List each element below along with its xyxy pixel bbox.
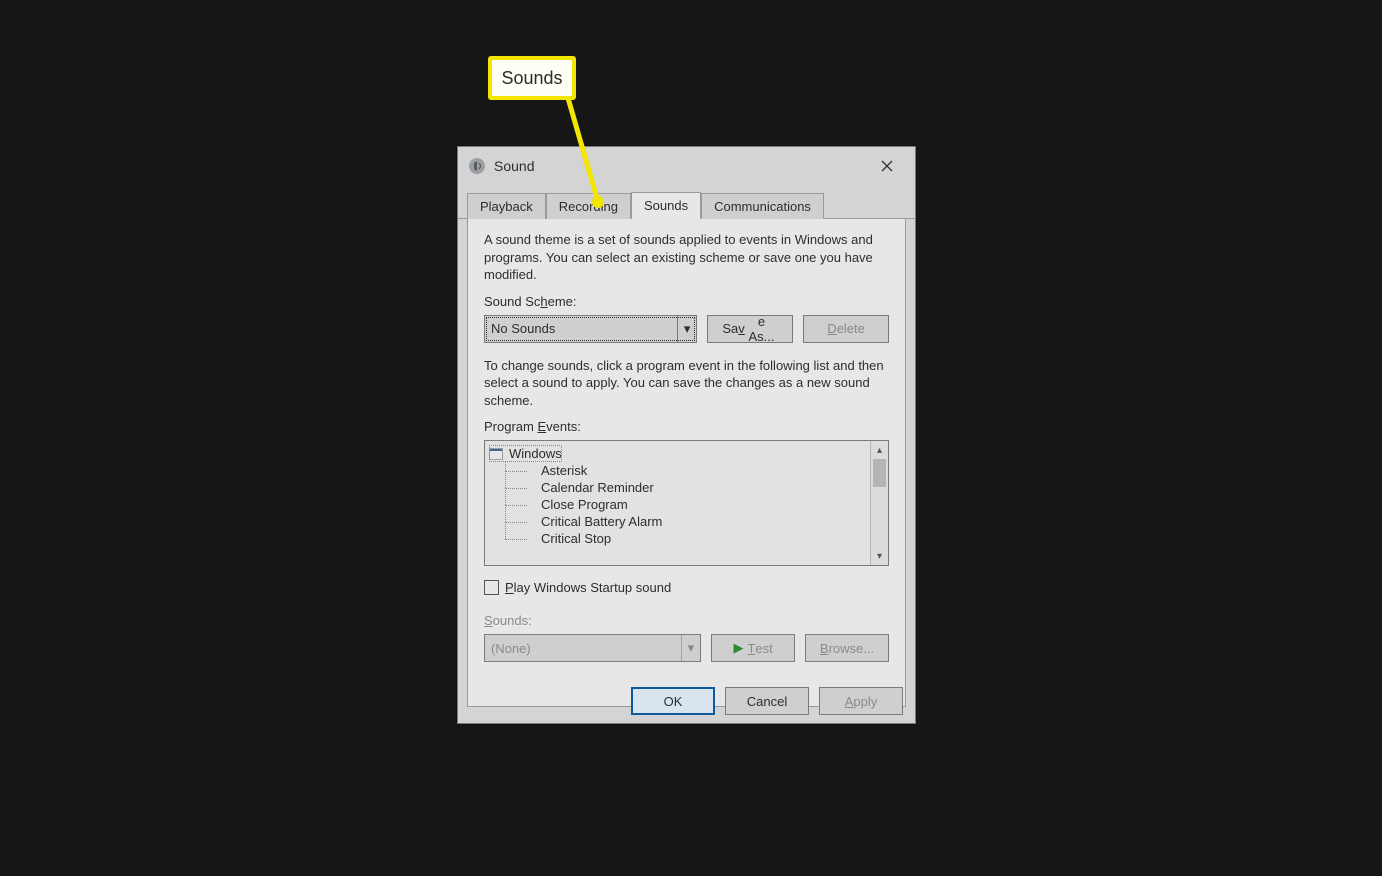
- startup-sound-row: Play Windows Startup sound: [484, 580, 889, 595]
- scheme-combobox[interactable]: No Sounds ▾: [484, 315, 697, 343]
- dialog-footer: OK Cancel Apply: [631, 687, 903, 715]
- tab-communications[interactable]: Communications: [701, 193, 824, 219]
- sound-value: (None): [491, 641, 675, 656]
- event-item[interactable]: Critical Stop: [489, 530, 866, 547]
- close-button[interactable]: [865, 151, 909, 181]
- scroll-thumb[interactable]: [873, 459, 886, 487]
- windows-icon: [489, 448, 503, 460]
- tab-recording[interactable]: Recording: [546, 193, 631, 219]
- change-description: To change sounds, click a program event …: [484, 357, 889, 410]
- events-label: Program Events:: [484, 419, 889, 434]
- callout-tag: Sounds: [488, 56, 576, 100]
- apply-button: Apply: [819, 687, 903, 715]
- sound-dialog: Sound Playback Recording Sounds Communic…: [457, 146, 916, 724]
- tab-playback[interactable]: Playback: [467, 193, 546, 219]
- test-button: ▶Test: [711, 634, 795, 662]
- title-bar: Sound: [458, 147, 915, 185]
- event-item[interactable]: Critical Battery Alarm: [489, 513, 866, 530]
- startup-sound-checkbox[interactable]: [484, 580, 499, 595]
- cancel-button[interactable]: Cancel: [725, 687, 809, 715]
- event-item[interactable]: Close Program: [489, 496, 866, 513]
- sound-icon: [468, 157, 486, 175]
- delete-button: Delete: [803, 315, 889, 343]
- scroll-down-icon[interactable]: ▾: [871, 547, 888, 565]
- tree-root-label: Windows: [509, 446, 562, 461]
- startup-sound-label: Play Windows Startup sound: [505, 580, 671, 595]
- save-as-button[interactable]: Save As...: [707, 315, 793, 343]
- callout-label: Sounds: [501, 68, 562, 89]
- close-icon: [881, 160, 893, 172]
- browse-button: Browse...: [805, 634, 889, 662]
- tab-content: A sound theme is a set of sounds applied…: [467, 219, 906, 707]
- event-item[interactable]: Calendar Reminder: [489, 479, 866, 496]
- scheme-value: No Sounds: [491, 321, 671, 336]
- sounds-label: Sounds:: [484, 613, 889, 628]
- scrollbar[interactable]: ▴ ▾: [870, 441, 888, 565]
- event-item[interactable]: Asterisk: [489, 462, 866, 479]
- play-icon: ▶: [733, 640, 743, 656]
- tabs: Playback Recording Sounds Communications: [458, 185, 915, 219]
- scroll-up-icon[interactable]: ▴: [871, 441, 888, 459]
- tab-sounds[interactable]: Sounds: [631, 192, 701, 219]
- window-title: Sound: [494, 158, 865, 174]
- sound-combobox: (None) ▾: [484, 634, 701, 662]
- tree-root-windows[interactable]: Windows: [489, 445, 562, 462]
- ok-button[interactable]: OK: [631, 687, 715, 715]
- program-events-listbox[interactable]: Windows AsteriskCalendar ReminderClose P…: [484, 440, 889, 566]
- theme-description: A sound theme is a set of sounds applied…: [484, 231, 889, 284]
- scheme-label: Sound Scheme:: [484, 294, 889, 309]
- chevron-down-icon: ▾: [677, 316, 691, 342]
- chevron-down-icon: ▾: [681, 635, 695, 661]
